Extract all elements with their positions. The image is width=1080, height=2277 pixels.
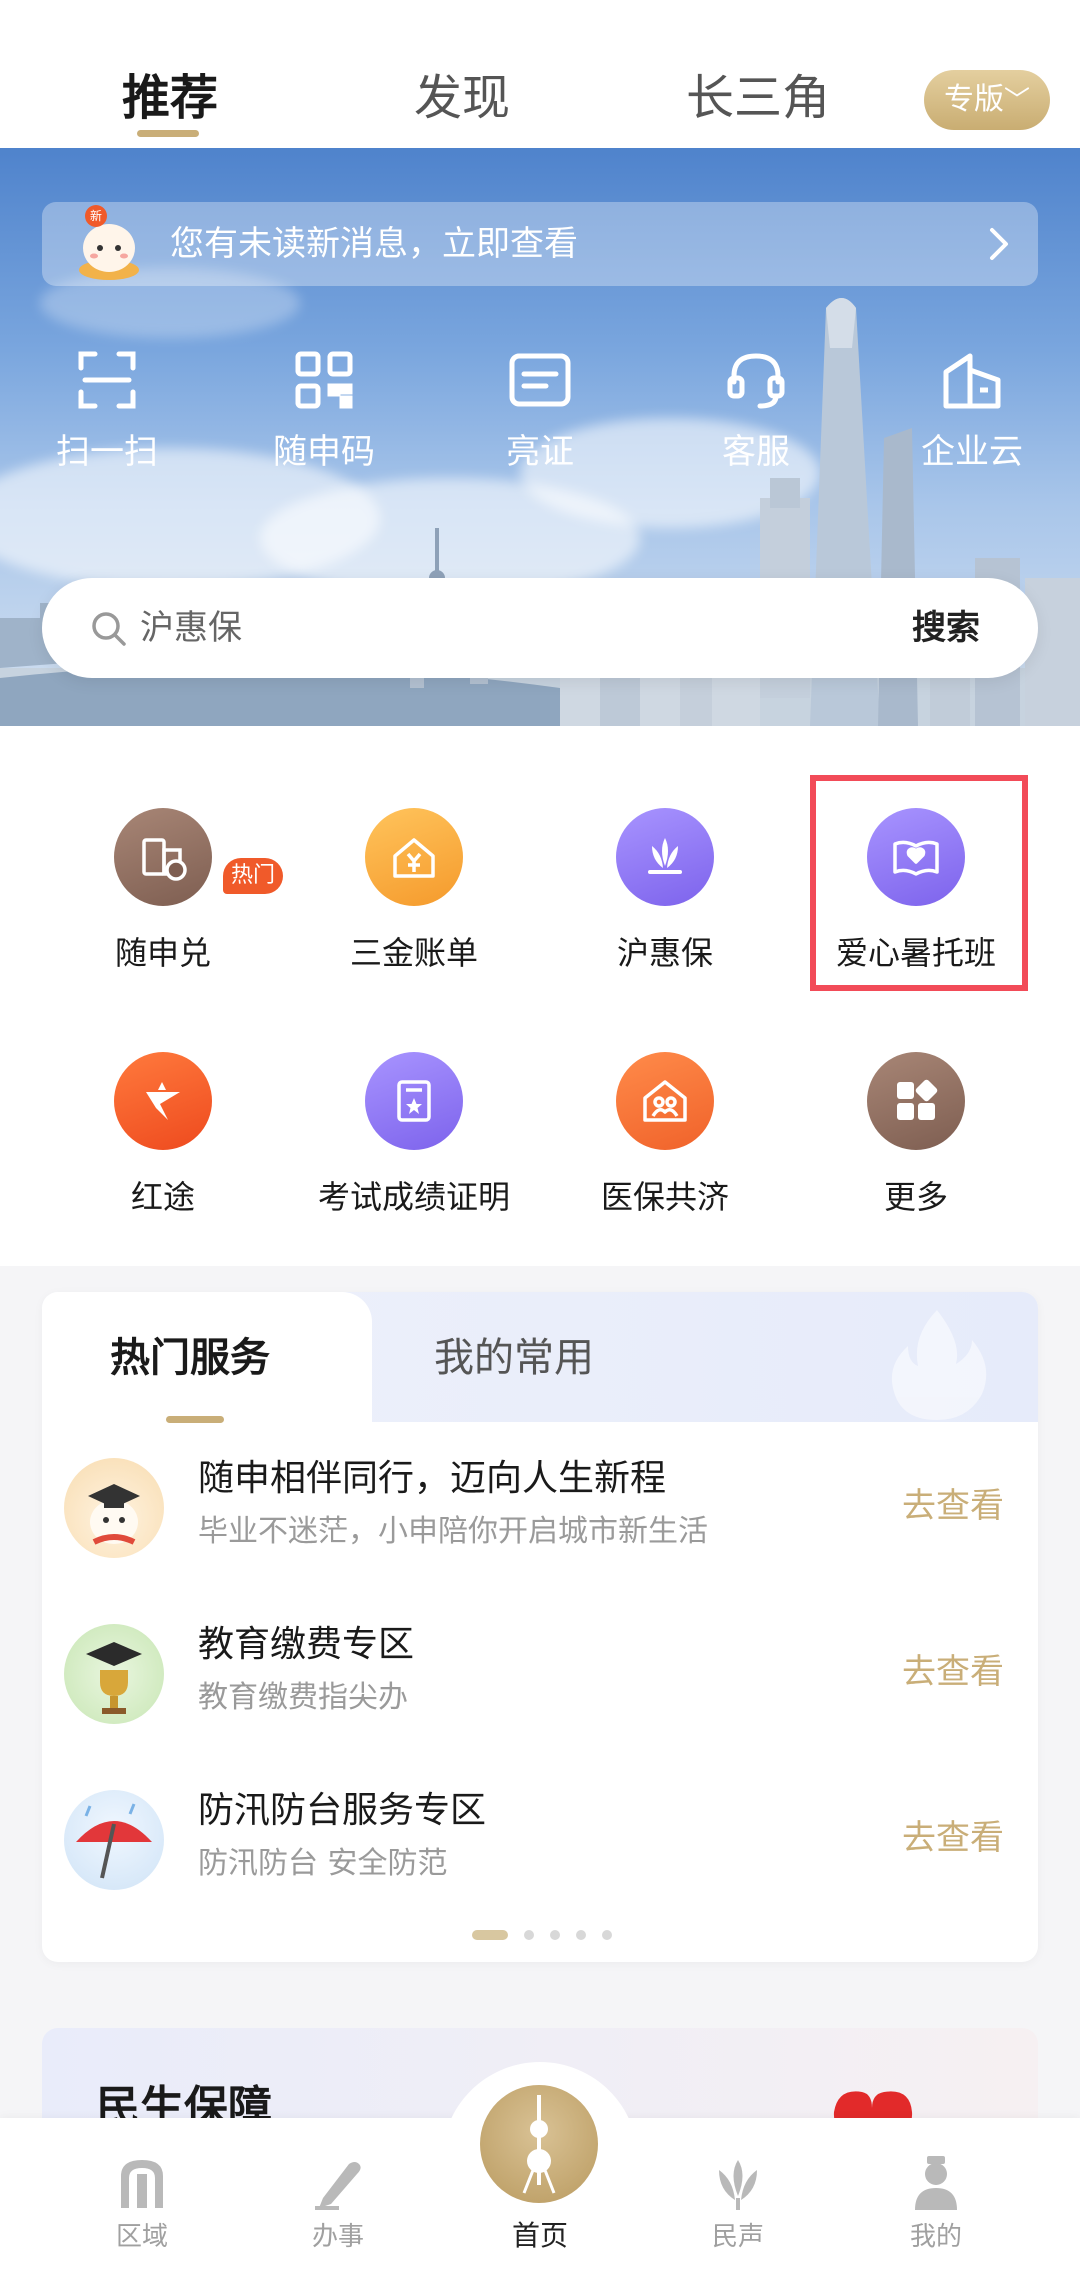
page-dot (524, 1930, 534, 1940)
umbrella-icon (64, 1790, 164, 1890)
notice-text: 您有未读新消息，立即查看 (170, 224, 578, 264)
certificate-icon (365, 1052, 463, 1150)
headset-icon (727, 353, 785, 409)
hero-banner: 新 您有未读新消息，立即查看 扫一扫 随申码 亮证 客服 企业云 沪惠保 搜索 (0, 148, 1080, 726)
quick-action-label: 企业云 (921, 432, 1023, 472)
list-item-title: 随申相伴同行，迈向人生新程 (198, 1458, 667, 1499)
top-tab-bar: 推荐 发现 长三角 专版﹀ (0, 0, 1080, 148)
list-item-title: 防汛防台服务专区 (198, 1790, 487, 1831)
quick-action-label: 随申码 (273, 432, 375, 472)
grid-more-icon (867, 1052, 965, 1150)
service-medical-insurance-mutual[interactable]: 医保共济 (540, 1052, 790, 1252)
coupon-building-icon (114, 808, 212, 906)
nav-label: 办事 (311, 2222, 364, 2252)
active-tab-indicator (137, 130, 199, 137)
qr-code-icon (295, 351, 353, 409)
hot-services-card: 热门服务 我的常用 随申相伴同行，迈向人生新程 毕业不迷茫，小申陪你开启城市新生… (42, 1292, 1038, 1962)
service-huhuibao[interactable]: 沪惠保 (540, 808, 790, 1008)
quick-action-suishen-code[interactable]: 随申码 (234, 348, 414, 498)
service-label: 红途 (130, 1178, 195, 1216)
tab-yangtze-delta[interactable]: 长三角 (686, 66, 830, 130)
flame-icon (891, 1310, 987, 1420)
tab-recommend[interactable]: 推荐 (122, 66, 218, 130)
service-more[interactable]: 更多 (791, 1052, 1041, 1252)
service-label: 更多 (883, 1178, 948, 1216)
edition-label: 专版 (943, 82, 1004, 117)
id-card-icon (509, 353, 571, 407)
view-link[interactable]: 去查看 (902, 1648, 1004, 1696)
list-item[interactable]: 随申相伴同行，迈向人生新程 毕业不迷茫，小申陪你开启城市新生活 去查看 (42, 1432, 1038, 1592)
trophy-graduate-icon (64, 1624, 164, 1724)
tab-hot-services[interactable]: 热门服务 (110, 1330, 270, 1386)
nav-label: 首页 (511, 2219, 568, 2252)
search-icon (92, 612, 126, 646)
page-indicator (42, 1930, 1038, 1942)
list-item-subtitle: 防汛防台 安全防范 (198, 1846, 448, 1881)
view-link[interactable]: 去查看 (902, 1814, 1004, 1862)
edition-switch-button[interactable]: 专版﹀ (924, 70, 1050, 130)
view-link[interactable]: 去查看 (902, 1482, 1004, 1530)
arch-icon (121, 2160, 163, 2208)
nav-profile[interactable]: 我的 (866, 2154, 1006, 2274)
red-flag-icon (114, 1052, 212, 1150)
service-label: 医保共济 (600, 1178, 729, 1216)
tab-discover[interactable]: 发现 (414, 66, 510, 130)
building-icon (943, 353, 1001, 409)
chevron-right-icon (990, 228, 1008, 260)
new-badge: 新 (90, 208, 102, 223)
quick-action-customer-service[interactable]: 客服 (666, 348, 846, 498)
pearl-tower-icon (522, 2095, 556, 2194)
highlight-annotation-box (810, 775, 1028, 991)
quick-action-scan[interactable]: 扫一扫 (17, 348, 197, 498)
chevron-down-icon: ﹀ (1003, 86, 1030, 116)
active-tab-indicator (166, 1416, 224, 1423)
list-item-title: 教育缴费专区 (198, 1624, 415, 1665)
nav-services[interactable]: 办事 (268, 2154, 408, 2274)
page-dot (550, 1930, 560, 1940)
quick-action-label: 客服 (722, 432, 790, 472)
search-button[interactable]: 搜索 (912, 604, 980, 652)
mascot-icon: 新 (79, 205, 139, 280)
service-label: 三金账单 (349, 934, 478, 972)
list-item[interactable]: 教育缴费专区 教育缴费指尖办 去查看 (42, 1598, 1038, 1758)
nav-home[interactable] (480, 2085, 598, 2203)
scan-icon (78, 351, 136, 409)
tab-my-favorites[interactable]: 我的常用 (434, 1330, 594, 1386)
graduate-mascot-icon (64, 1458, 164, 1558)
service-three-funds-bill[interactable]: 三金账单 (289, 808, 539, 1008)
search-placeholder: 沪惠保 (140, 608, 242, 648)
page-dot (576, 1930, 586, 1940)
nav-label: 我的 (909, 2222, 962, 2252)
service-label: 沪惠保 (616, 934, 713, 972)
quick-action-show-id[interactable]: 亮证 (450, 348, 630, 498)
quick-action-label: 扫一扫 (56, 432, 158, 472)
magnolia-icon (719, 2160, 757, 2210)
pen-icon (315, 2162, 361, 2210)
list-item-subtitle: 毕业不迷茫，小申陪你开启城市新生活 (198, 1514, 708, 1549)
service-exam-certificate[interactable]: 考试成绩证明 (289, 1052, 539, 1252)
service-suishendui[interactable]: 随申兑 热门 (38, 808, 288, 1008)
hot-badge: 热门 (223, 858, 284, 894)
quick-action-label: 亮证 (506, 432, 574, 472)
nav-label: 民声 (711, 2222, 764, 2252)
page-dot (602, 1930, 612, 1940)
page-dot (472, 1930, 508, 1940)
service-label: 随申兑 (114, 934, 211, 972)
lotus-icon (616, 808, 714, 906)
user-icon (915, 2156, 957, 2210)
nav-public-voice[interactable]: 民声 (668, 2154, 808, 2274)
list-item-subtitle: 教育缴费指尖办 (198, 1680, 408, 1715)
list-item[interactable]: 防汛防台服务专区 防汛防台 安全防范 去查看 (42, 1764, 1038, 1924)
service-hongtu[interactable]: 红途 (38, 1052, 288, 1252)
quick-action-enterprise-cloud[interactable]: 企业云 (882, 348, 1062, 498)
nav-region[interactable]: 区域 (72, 2154, 212, 2274)
unread-notice-bar[interactable]: 新 您有未读新消息，立即查看 (42, 202, 1038, 286)
service-label: 考试成绩证明 (317, 1178, 510, 1216)
search-input[interactable]: 沪惠保 搜索 (42, 578, 1038, 678)
house-yuan-icon (365, 808, 463, 906)
nav-label: 区域 (115, 2222, 168, 2252)
family-house-icon (616, 1052, 714, 1150)
